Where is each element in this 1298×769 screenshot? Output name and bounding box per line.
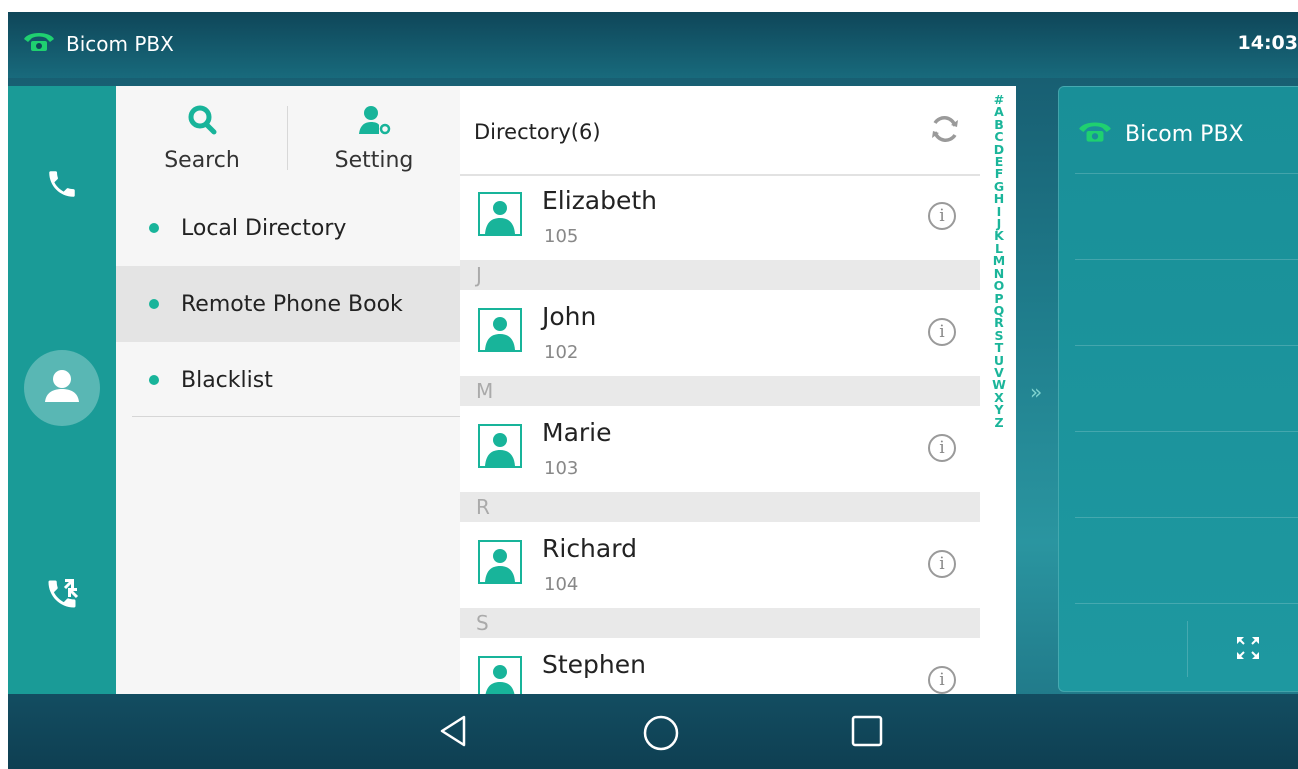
section-letter-j: J [460, 260, 980, 290]
refresh-button[interactable] [928, 112, 962, 150]
setting-button[interactable]: Setting [304, 104, 444, 184]
back-button[interactable] [438, 714, 468, 752]
account-panel: Bicom PBX [1058, 86, 1298, 692]
phone-registered-icon [22, 30, 56, 57]
call-transfer-icon [44, 576, 80, 616]
contact-avatar-icon [478, 540, 522, 584]
section-letter-s: S [460, 608, 980, 638]
home-button[interactable] [642, 714, 680, 756]
section-letter-r: R [460, 492, 980, 522]
contact-number: 105 [544, 226, 579, 247]
menu-divider [132, 416, 460, 417]
search-button[interactable]: Search [132, 104, 272, 184]
contact-name: Marie [542, 418, 612, 447]
contact-name: John [542, 302, 597, 331]
account-name: Bicom PBX [1125, 121, 1244, 147]
setting-label: Setting [334, 148, 414, 173]
account-title[interactable]: Bicom PBX [1077, 119, 1244, 149]
contact-row-john[interactable]: John 102 i [460, 290, 980, 376]
info-icon[interactable]: i [928, 318, 956, 346]
menu-item-label: Blacklist [181, 367, 273, 393]
panel-divider [1075, 603, 1298, 604]
section-letter-m: M [460, 376, 980, 406]
info-icon[interactable]: i [928, 202, 956, 230]
menu-item-remote-phone-book[interactable]: Remote Phone Book [116, 266, 460, 342]
bullet-dot [149, 375, 159, 385]
rail-dialer-button[interactable] [8, 146, 116, 226]
menu-item-label: Local Directory [181, 215, 347, 241]
handset-icon [45, 167, 79, 205]
bullet-dot [149, 299, 159, 309]
search-label: Search [164, 148, 240, 173]
contact-name: Richard [542, 534, 637, 563]
home-circle-icon [642, 715, 680, 756]
status-bar: Bicom PBX 14:03 [8, 12, 1298, 78]
info-icon[interactable]: i [928, 666, 956, 694]
panel-divider [1075, 431, 1298, 432]
menu-item-label: Remote Phone Book [181, 291, 403, 317]
menu-item-local-directory[interactable]: Local Directory [116, 190, 460, 266]
menu-item-blacklist[interactable]: Blacklist [116, 342, 460, 418]
info-icon[interactable]: i [928, 550, 956, 578]
directory-header: Directory(6) [460, 86, 980, 176]
contact-row-richard[interactable]: Richard 104 i [460, 522, 980, 608]
contact-avatar-icon [478, 424, 522, 468]
panel-divider [1075, 345, 1298, 346]
contact-avatar-icon [478, 192, 522, 236]
expand-panel-chevron-icon[interactable]: » [1030, 380, 1042, 404]
menu-toolbar: Search Setting [116, 86, 460, 186]
contact-number: 104 [544, 574, 579, 595]
directory-title: Directory(6) [474, 120, 601, 144]
search-icon [186, 105, 218, 142]
panel-divider [1075, 517, 1298, 518]
contact-avatar-icon [478, 308, 522, 352]
directory-panel: Directory(6) Elizabeth 105 i J John 102 … [460, 86, 1016, 694]
contact-row-marie[interactable]: Marie 103 i [460, 406, 980, 492]
status-time: 14:03 [1237, 32, 1298, 54]
toolbar-divider [287, 106, 288, 170]
fullscreen-button[interactable] [1235, 635, 1261, 665]
recents-button[interactable] [850, 714, 884, 752]
contacts-active-indicator [24, 350, 100, 426]
contact-number: 102 [544, 342, 579, 363]
contact-avatar-icon [478, 656, 522, 694]
contact-settings-icon [356, 106, 392, 142]
left-rail [8, 86, 116, 694]
directory-menu: Search Setting Local Directory Remote Ph… [116, 86, 460, 694]
contact-number: 103 [544, 458, 579, 479]
rail-contacts-button[interactable] [8, 348, 116, 428]
contact-row-elizabeth[interactable]: Elizabeth 105 i [460, 174, 980, 260]
fullscreen-icon [1235, 637, 1261, 665]
contact-row-stephen[interactable]: Stephen i [460, 638, 980, 694]
panel-divider-vertical [1187, 621, 1188, 677]
alphabet-index-letter[interactable]: Z [994, 416, 1003, 429]
info-icon[interactable]: i [928, 434, 956, 462]
back-triangle-icon [438, 715, 468, 752]
contact-name: Elizabeth [542, 186, 658, 215]
status-account: Bicom PBX [22, 30, 174, 57]
status-app-name: Bicom PBX [66, 31, 174, 56]
recents-square-icon [850, 715, 884, 752]
contact-person-icon [42, 366, 82, 410]
navigation-bar [8, 694, 1298, 769]
bullet-dot [149, 223, 159, 233]
phone-screen: Bicom PBX 14:03 Search Setting Local Dir… [8, 12, 1298, 769]
alphabet-index[interactable]: # A B C D E F G H I J K L M N O P Q R S T U V W X Y Z [982, 93, 1016, 694]
phone-registered-icon [1077, 119, 1113, 149]
contact-name: Stephen [542, 650, 646, 679]
panel-divider [1075, 259, 1298, 260]
panel-divider [1075, 173, 1298, 174]
refresh-icon [928, 116, 962, 150]
rail-call-history-button[interactable] [8, 556, 116, 636]
